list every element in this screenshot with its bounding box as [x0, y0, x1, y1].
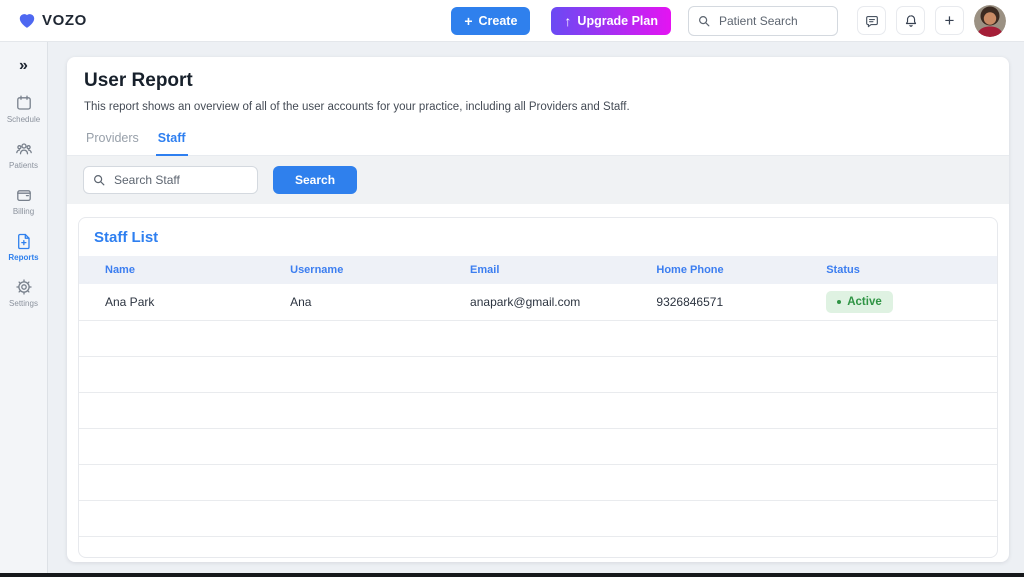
create-button-label: Create — [479, 14, 518, 28]
search-icon — [697, 14, 711, 28]
column-header-name: Name — [79, 264, 290, 276]
cell-home_phone: 9326846571 — [656, 295, 826, 309]
sidebar-item-reports[interactable]: Reports — [0, 230, 47, 264]
patient-search-box — [688, 6, 838, 36]
column-header-status: Status — [826, 264, 997, 276]
sidebar: » Schedule Patients — [0, 42, 48, 577]
patient-search-input[interactable] — [717, 13, 829, 29]
calendar-icon — [15, 94, 33, 112]
staff-table-body: Ana ParkAnaanapark@gmail.com9326846571 Ac… — [79, 284, 997, 558]
sidebar-expand-button[interactable]: » — [15, 56, 32, 76]
sidebar-item-patients[interactable]: Patients — [0, 138, 47, 172]
arrow-up-icon: ↑ — [564, 14, 571, 28]
sidebar-item-label: Schedule — [7, 115, 40, 124]
column-header-username: Username — [290, 264, 470, 276]
chat-icon — [864, 13, 880, 29]
empty-table-row — [79, 357, 997, 393]
upgrade-plan-label: Upgrade Plan — [577, 14, 658, 28]
cell-username: Ana — [290, 295, 470, 309]
plus-icon: + — [945, 12, 955, 29]
sidebar-item-label: Settings — [9, 299, 38, 308]
staff-list-card: Staff List NameUsernameEmailHome PhoneSt… — [78, 217, 998, 558]
table-row[interactable]: Ana ParkAnaanapark@gmail.com9326846571 Ac… — [79, 284, 997, 321]
user-report-panel: User Report This report shows an overvie… — [67, 57, 1009, 562]
staff-search-box — [83, 166, 258, 194]
search-icon — [92, 173, 106, 187]
empty-table-row — [79, 321, 997, 357]
empty-table-row — [79, 429, 997, 465]
staff-list-title: Staff List — [79, 218, 997, 256]
cell-email: anapark@gmail.com — [470, 295, 656, 309]
empty-table-row — [79, 465, 997, 501]
sidebar-item-billing[interactable]: Billing — [0, 184, 47, 218]
tab-providers[interactable]: Providers — [84, 127, 141, 155]
upgrade-plan-button[interactable]: ↑ Upgrade Plan — [551, 7, 671, 35]
create-button[interactable]: + Create — [451, 7, 530, 35]
empty-table-row — [79, 501, 997, 537]
wallet-icon — [15, 186, 33, 204]
plus-icon: + — [464, 14, 472, 28]
user-avatar[interactable] — [974, 5, 1006, 37]
status-badge: Active — [826, 291, 893, 313]
gear-icon — [15, 278, 33, 296]
sidebar-item-label: Reports — [8, 253, 38, 262]
staff-search-input[interactable] — [112, 172, 249, 188]
column-header-email: Email — [470, 264, 656, 276]
sidebar-item-settings[interactable]: Settings — [0, 276, 47, 310]
sidebar-item-label: Billing — [13, 207, 34, 216]
tab-staff[interactable]: Staff — [156, 127, 188, 156]
column-header-home-phone: Home Phone — [656, 264, 826, 276]
patients-icon — [15, 140, 33, 158]
cell-name: Ana Park — [79, 295, 290, 309]
empty-table-row — [79, 393, 997, 429]
heart-icon — [18, 12, 36, 29]
sidebar-item-label: Patients — [9, 161, 38, 170]
search-button[interactable]: Search — [273, 166, 357, 194]
cell-status: Active — [826, 291, 997, 313]
empty-table-row — [79, 537, 997, 558]
screen-bottom-edge — [0, 573, 1024, 577]
messages-button[interactable] — [857, 6, 886, 35]
page-title: User Report — [84, 70, 992, 92]
sidebar-item-schedule[interactable]: Schedule — [0, 92, 47, 126]
bell-icon — [903, 13, 919, 29]
report-icon — [15, 232, 33, 250]
staff-table-header-row: NameUsernameEmailHome PhoneStatus — [79, 256, 997, 284]
status-dot-icon — [837, 300, 841, 304]
staff-filter-bar: Search — [67, 156, 1009, 204]
brand-name: VOZO — [42, 12, 87, 29]
page-description: This report shows an overview of all of … — [84, 101, 992, 113]
report-tabs: Providers Staff — [67, 127, 1009, 156]
vozo-logo[interactable]: VOZO — [18, 12, 87, 29]
status-label: Active — [847, 296, 882, 308]
quick-add-button[interactable]: + — [935, 6, 964, 35]
top-header: VOZO + Create ↑ Upgrade Plan — [0, 0, 1024, 42]
notifications-button[interactable] — [896, 6, 925, 35]
double-chevron-icon: » — [19, 57, 28, 74]
